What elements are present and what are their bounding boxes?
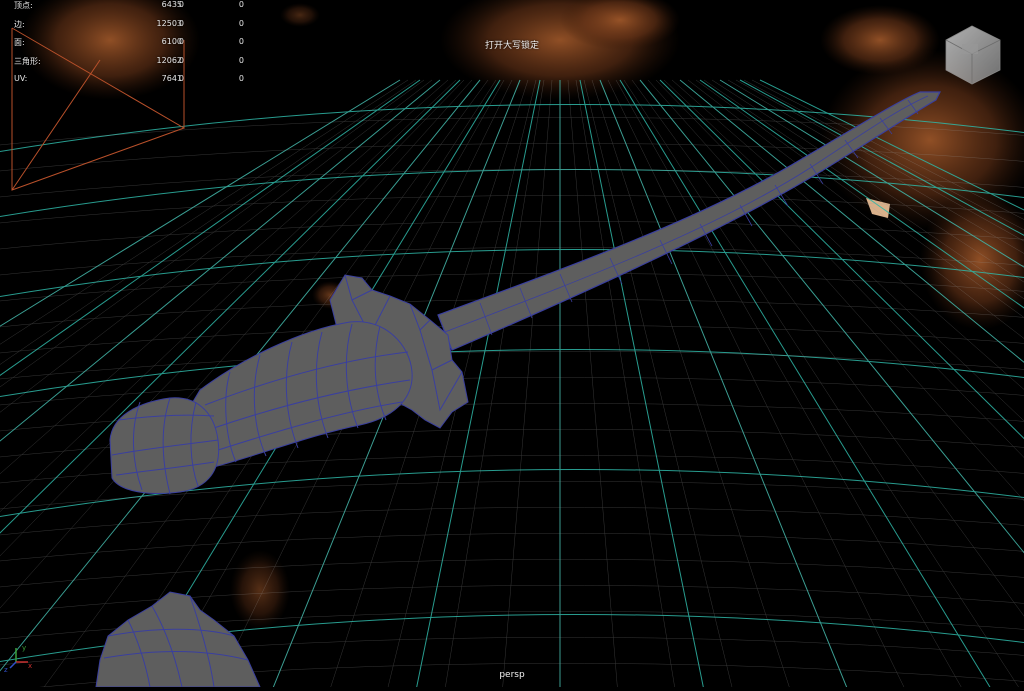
hud-label: UV:	[14, 74, 28, 83]
hud-label: 顶点:	[14, 1, 33, 10]
axis-y-label: y	[22, 644, 26, 652]
axis-x-label: x	[28, 662, 32, 670]
hud-row: UV: 7641 0 0	[14, 74, 244, 88]
hud-selected-count: 0	[178, 0, 184, 9]
hud-selected-count: 0	[178, 74, 184, 83]
hud-label: 三角形:	[14, 56, 41, 66]
viewport-canvas[interactable]: y x z	[0, 0, 1024, 691]
hud-selected-count: 0	[178, 55, 184, 65]
hud-component-count: 0	[238, 18, 244, 28]
sword-pommel	[109, 397, 220, 495]
hud-component-count: 0	[238, 0, 244, 9]
camera-name-label: persp	[499, 670, 525, 680]
hud-row: 顶点: 6435 0 0	[14, 0, 244, 14]
sword-blade	[437, 91, 941, 351]
hud-label: 边:	[14, 19, 25, 29]
hud-row: 三角形: 12062 0 0	[14, 56, 244, 70]
3d-viewport[interactable]: y x z 顶点: 6435 0 0 边: 12503 0 0 面: 6100 0 0 三角形: 1206…	[0, 0, 1024, 691]
hud-row: 边: 12503 0 0	[14, 19, 244, 33]
caps-lock-message: 打开大写锁定	[484, 41, 539, 51]
hud-component-count: 0	[238, 74, 244, 83]
hud-selected-count: 0	[178, 18, 184, 28]
hud-component-count: 0	[238, 55, 244, 65]
